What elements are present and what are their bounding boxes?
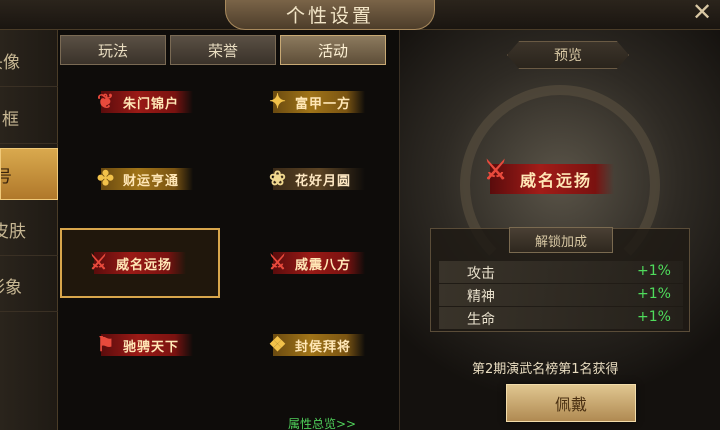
bonus-row: 精神 +1%: [439, 284, 683, 306]
title-banner: ⚔ 威名远扬: [90, 250, 186, 274]
title-banner: ✤ 财运亨通: [97, 166, 193, 190]
unlock-bonus-header: 解锁加成: [509, 227, 613, 253]
title-list-panel: 玩法 荣誉 活动 ❦ 朱门锦户 ✦ 富甲一方 ✤ 财运亨通 ❀ 花好月圆 ⚔ 威…: [58, 30, 400, 430]
bonus-value: +1%: [637, 263, 671, 279]
category-appearance[interactable]: 形象: [0, 260, 58, 312]
crossed-swords-icon: ⚔: [268, 250, 288, 274]
bonus-row: 生命 +1%: [439, 307, 683, 329]
title-text: 朱门锦户: [122, 96, 179, 112]
category-label: 头像: [0, 53, 20, 73]
category-frame[interactable]: 框: [0, 92, 58, 144]
title-banner: ❖ 封侯拜将: [269, 332, 365, 356]
title-text: 威震八方: [294, 257, 351, 273]
title-text: 驰骋天下: [122, 339, 179, 355]
bonus-value: +1%: [637, 309, 671, 325]
bonus-name: 生命: [467, 312, 495, 328]
treasure-chest-icon: ❖: [268, 332, 288, 356]
bonus-row: 攻击 +1%: [439, 261, 683, 283]
title-plate: 个性设置: [225, 0, 435, 30]
title-card[interactable]: ✤ 财运亨通: [72, 152, 222, 206]
title-card[interactable]: ❖ 封侯拜将: [244, 318, 394, 372]
ribbon-icon: ❦: [97, 89, 115, 113]
title-text: 财运亨通: [122, 173, 179, 189]
title-text: 封侯拜将: [294, 339, 351, 355]
preview-panel: 预览 ⚔ 威名远扬 解锁加成 攻击 +1% 精神 +1% 生命 +1% 第2期演…: [400, 30, 720, 430]
tab-gameplay[interactable]: 玩法: [60, 35, 166, 65]
title-banner: ⚑ 驰骋天下: [97, 332, 193, 356]
category-title[interactable]: 号: [0, 148, 58, 200]
attribute-overview-link[interactable]: 属性总览>>: [288, 415, 356, 430]
title-banner: ❦ 朱门锦户: [97, 89, 193, 113]
flag-icon: ⚑: [96, 332, 116, 356]
gold-ingot-icon: ✦: [269, 89, 287, 113]
obtain-condition: 第2期演武名榜第1名获得: [472, 362, 619, 377]
close-icon: ✕: [691, 0, 713, 26]
unlock-bonus-box: 解锁加成 攻击 +1% 精神 +1% 生命 +1%: [430, 227, 690, 332]
category-sidebar: 头像 框 号 皮肤 形象: [0, 30, 58, 430]
category-label: 号: [1, 162, 12, 187]
crossed-swords-icon: ⚔: [89, 250, 109, 274]
tab-label: 玩法: [97, 41, 128, 60]
preview-title-text: 威名远扬: [520, 171, 593, 190]
title-card-selected[interactable]: ⚔ 威名远扬: [60, 228, 220, 298]
bonus-name: 精神: [467, 289, 495, 305]
preview-title-banner: ⚔ 威名远扬: [484, 156, 615, 194]
title-card[interactable]: ❀ 花好月圆: [244, 152, 394, 206]
title-bar: 个性设置 ✕: [0, 0, 720, 30]
title-text: 威名远扬: [115, 257, 172, 273]
title-card[interactable]: ❦ 朱门锦户: [72, 75, 222, 129]
tab-honor[interactable]: 荣誉: [170, 35, 276, 65]
category-avatar[interactable]: 头像: [0, 35, 58, 87]
title-banner: ✦ 富甲一方: [269, 89, 365, 113]
category-label: 框: [2, 110, 19, 130]
category-label: 皮肤: [0, 222, 26, 242]
title-text: 花好月圆: [294, 173, 351, 189]
category-label: 形象: [0, 278, 22, 298]
title-card[interactable]: ⚔ 威震八方: [244, 236, 394, 290]
bonus-value: +1%: [637, 286, 671, 302]
title-banner: ⚔ 威震八方: [269, 250, 365, 274]
tab-label: 荣誉: [207, 41, 238, 60]
tab-label: 活动: [317, 41, 348, 60]
category-skin[interactable]: 皮肤: [0, 204, 58, 256]
wear-button[interactable]: 佩戴: [506, 384, 636, 422]
window-title: 个性设置: [285, 5, 374, 27]
title-text: 富甲一方: [294, 96, 351, 112]
bonus-name: 攻击: [467, 266, 495, 282]
title-card[interactable]: ⚑ 驰骋天下: [72, 318, 222, 372]
close-button[interactable]: ✕: [688, 0, 716, 26]
title-banner: ❀ 花好月圆: [269, 166, 365, 190]
moon-flower-icon: ❀: [269, 166, 287, 190]
tab-event[interactable]: 活动: [280, 35, 386, 65]
crossed-swords-icon: ⚔: [484, 156, 510, 186]
title-card[interactable]: ✦ 富甲一方: [244, 75, 394, 129]
preview-label: 预览: [507, 41, 629, 69]
coins-icon: ✤: [97, 166, 115, 190]
